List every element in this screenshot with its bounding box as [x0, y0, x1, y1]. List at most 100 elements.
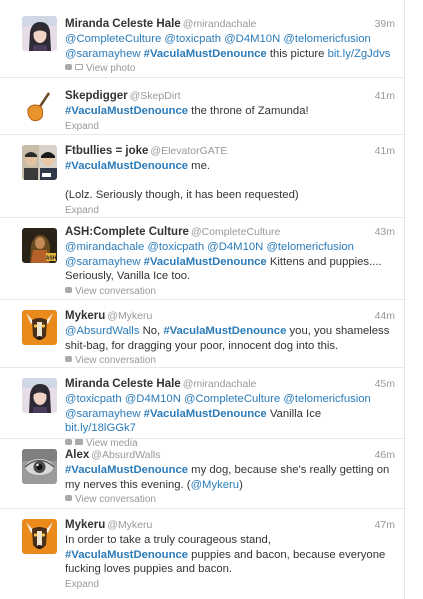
hashtag-link[interactable]: #VaculaMustDenounce	[163, 325, 286, 337]
tweet-timestamp[interactable]: 44m	[375, 308, 395, 324]
avatar[interactable]	[22, 378, 57, 413]
avatar[interactable]	[22, 310, 57, 345]
tweet-item[interactable]: Mykeru @Mykeru 47m In order to take a trul…	[0, 509, 405, 599]
mention-link[interactable]: @D4M10N	[125, 393, 181, 405]
tweet-item[interactable]: Skepdigger @SkepDirt 41m #VaculaMustDenoun…	[0, 78, 405, 135]
tweet-text-segment: Seriously, Vanilla Ice too.	[65, 270, 191, 282]
conversation-icon	[65, 286, 72, 293]
tweet-item[interactable]: ASH ASH:Complete Culture @CompleteCulture…	[0, 218, 405, 300]
author-name[interactable]: Ftbullies = joke	[65, 145, 148, 157]
tweet-item[interactable]: Mykeru @Mykeru 44m @AbsurdWalls No, #Vacul…	[0, 300, 405, 368]
tweet-text-line: @AbsurdWalls No, #VaculaMustDenounce you…	[65, 324, 395, 339]
tweet-text-line: fucking loves puppies and bacon.	[65, 562, 395, 577]
avatar[interactable]	[22, 89, 57, 124]
avatar[interactable]	[22, 145, 57, 180]
mention-link[interactable]: @telomericfusion	[283, 393, 370, 405]
tweet-item[interactable]: Ftbullies = joke @ElevatorGATE 41m #Vacula…	[0, 135, 405, 218]
tweet-timeline: Miranda Celeste Hale @mirandachale 39m @Co…	[0, 0, 405, 599]
mention-link[interactable]: @CompleteCulture	[65, 33, 161, 45]
author-handle[interactable]: @AbsurdWalls	[91, 449, 160, 461]
view-conversation-link[interactable]: View conversation	[65, 493, 395, 507]
avatar[interactable]	[22, 519, 57, 554]
mention-link[interactable]: @toxicpath	[65, 393, 122, 405]
author-handle[interactable]: @CompleteCulture	[191, 226, 280, 238]
mention-link[interactable]: @toxicpath	[164, 33, 221, 45]
mention-link[interactable]: @toxicpath	[147, 241, 204, 253]
mention-link[interactable]: @AbsurdWalls	[65, 325, 139, 337]
mention-link[interactable]: @Mykeru	[191, 479, 240, 491]
tweet-text-line: my nerves this evening. (@Mykeru)	[65, 478, 395, 493]
tweet-text-segment: No,	[139, 325, 164, 337]
tweet-text-segment: my nerves this evening. (	[65, 478, 191, 491]
conversation-icon	[65, 356, 72, 363]
tweet-text-segment: puppies and bacon, because everyone	[188, 548, 386, 561]
tweet-text-segment: shit-bag, for dragging your poor, innoce…	[65, 339, 339, 352]
author-name[interactable]: Mykeru	[65, 519, 105, 531]
mention-link[interactable]: @saramayhew	[65, 408, 141, 420]
tweet-text-line: #VaculaMustDenounce my dog, because she'…	[65, 463, 395, 478]
avatar[interactable]	[22, 16, 57, 51]
tweet-timestamp[interactable]: 41m	[375, 143, 395, 159]
author-handle[interactable]: @ElevatorGATE	[150, 145, 227, 157]
mention-link[interactable]: @saramayhew	[65, 48, 141, 60]
hashtag-link[interactable]: #VaculaMustDenounce	[144, 48, 267, 60]
tweet-timestamp[interactable]: 47m	[375, 517, 395, 533]
mention-link[interactable]: @CompleteCulture	[184, 393, 280, 405]
mention-link[interactable]: @mirandachale	[65, 241, 144, 253]
tweet-item[interactable]: Alex @AbsurdWalls 46m #VaculaMustDenounce …	[0, 439, 405, 509]
photo-icon	[75, 64, 83, 71]
author-handle[interactable]: @Mykeru	[107, 519, 152, 531]
tweet-text-line: Seriously, Vanilla Ice too.	[65, 269, 395, 284]
author-name[interactable]: Mykeru	[65, 310, 105, 322]
author-name[interactable]: ASH:Complete Culture	[65, 226, 189, 238]
view-conversation-link[interactable]: View conversation	[65, 285, 395, 299]
tweet-item[interactable]: Miranda Celeste Hale @mirandachale 39m @Co…	[0, 0, 405, 78]
tweet-text-segment: the throne of Zamunda!	[188, 105, 309, 117]
hashtag-link[interactable]: #VaculaMustDenounce	[65, 549, 188, 561]
expand-link[interactable]: Expand	[65, 204, 395, 218]
hashtag-link[interactable]: #VaculaMustDenounce	[65, 464, 188, 476]
tweet-text-line: shit-bag, for dragging your poor, innoce…	[65, 339, 395, 354]
avatar[interactable]: ASH	[22, 228, 57, 263]
svg-text:ASH: ASH	[46, 256, 57, 262]
author-name[interactable]: Miranda Celeste Hale	[65, 378, 181, 390]
tweet-text: @mirandachale @toxicpath @D4M10N @telome…	[65, 240, 395, 284]
tweet-text-segment: fucking loves puppies and bacon.	[65, 563, 233, 575]
tweet-text-segment: Vanilla Ice	[266, 407, 322, 420]
avatar[interactable]	[22, 449, 57, 484]
tweet-text: #VaculaMustDenounce my dog, because she'…	[65, 463, 395, 492]
tweet-text-line	[65, 174, 395, 189]
author-handle[interactable]: @mirandachale	[183, 378, 257, 390]
mention-link[interactable]: @telomericfusion	[266, 241, 353, 253]
url-link[interactable]: bit.ly/18lGGk7	[65, 422, 136, 434]
tweet-timestamp[interactable]: 46m	[375, 447, 395, 463]
mention-link[interactable]: @saramayhew	[65, 256, 141, 268]
mention-link[interactable]: @D4M10N	[224, 33, 280, 45]
author-handle[interactable]: @SkepDirt	[130, 90, 181, 102]
view-conversation-link[interactable]: View conversation	[65, 354, 395, 368]
tweet-timestamp[interactable]: 45m	[375, 376, 395, 392]
hashtag-link[interactable]: #VaculaMustDenounce	[144, 408, 267, 420]
url-link[interactable]: bit.ly/ZgJdvs	[328, 48, 391, 60]
tweet-timestamp[interactable]: 39m	[375, 16, 395, 32]
author-name[interactable]: Skepdigger	[65, 90, 128, 102]
tweet-timestamp[interactable]: 41m	[375, 88, 395, 104]
mention-link[interactable]: @telomericfusion	[283, 33, 370, 45]
view-photo-link[interactable]: View photo	[65, 62, 395, 76]
hashtag-link[interactable]: #VaculaMustDenounce	[65, 105, 188, 117]
author-handle[interactable]: @Mykeru	[107, 310, 152, 322]
tweet-text-line: @toxicpath @D4M10N @CompleteCulture @tel…	[65, 392, 395, 407]
mention-link[interactable]: @D4M10N	[207, 241, 263, 253]
tweet-text-line: #VaculaMustDenounce the throne of Zamund…	[65, 104, 395, 119]
tweet-timestamp[interactable]: 43m	[375, 224, 395, 240]
author-handle[interactable]: @mirandachale	[183, 18, 257, 30]
expand-link[interactable]: Expand	[65, 120, 395, 134]
tweet-text: #VaculaMustDenounce the throne of Zamund…	[65, 104, 395, 119]
tweet-item[interactable]: Miranda Celeste Hale @mirandachale 45m @to…	[0, 368, 405, 449]
tweet-text: In order to take a truly courageous stan…	[65, 533, 395, 577]
author-name[interactable]: Miranda Celeste Hale	[65, 18, 181, 30]
expand-link[interactable]: Expand	[65, 578, 395, 592]
hashtag-link[interactable]: #VaculaMustDenounce	[65, 160, 188, 172]
hashtag-link[interactable]: #VaculaMustDenounce	[144, 256, 267, 268]
author-name[interactable]: Alex	[65, 449, 89, 461]
